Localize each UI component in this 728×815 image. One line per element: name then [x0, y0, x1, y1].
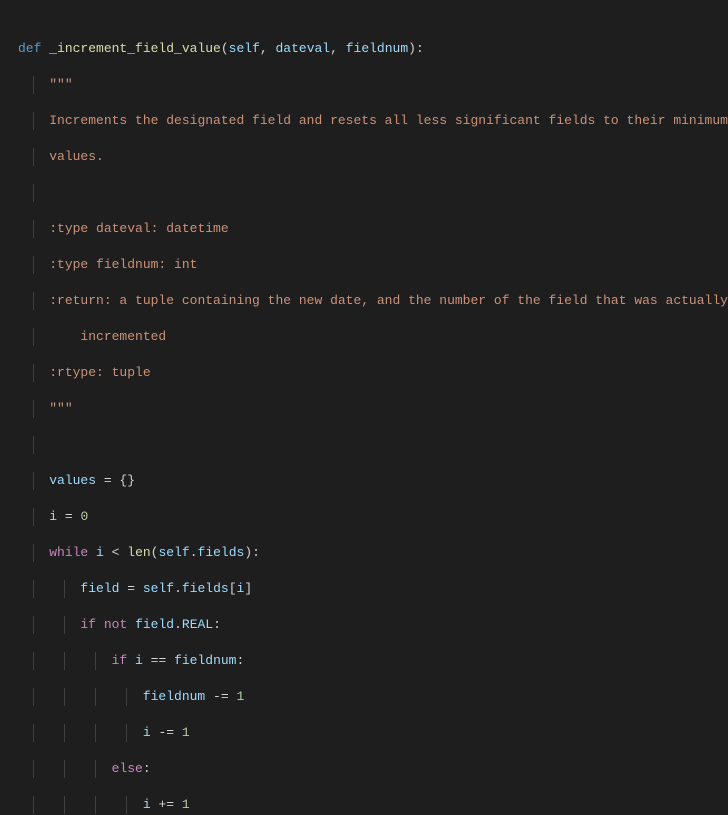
code-line: i += 1: [18, 796, 728, 814]
code-line: [18, 436, 728, 454]
code-line: i -= 1: [18, 724, 728, 742]
code-line: if not field.REAL:: [18, 616, 728, 634]
code-line: i = 0: [18, 508, 728, 526]
code-line: if i == fieldnum:: [18, 652, 728, 670]
code-line: while i < len(self.fields):: [18, 544, 728, 562]
code-line: :rtype: tuple: [18, 364, 728, 382]
code-editor[interactable]: def _increment_field_value(self, dateval…: [0, 0, 728, 815]
code-line: values.: [18, 148, 728, 166]
code-line: """: [18, 76, 728, 94]
code-line: [18, 184, 728, 202]
code-line: field = self.fields[i]: [18, 580, 728, 598]
code-line: :type fieldnum: int: [18, 256, 728, 274]
code-line: fieldnum -= 1: [18, 688, 728, 706]
code-line: :return: a tuple containing the new date…: [18, 292, 728, 310]
code-line: Increments the designated field and rese…: [18, 112, 728, 130]
code-line: :type dateval: datetime: [18, 220, 728, 238]
code-line: incremented: [18, 328, 728, 346]
code-line: values = {}: [18, 472, 728, 490]
code-line: else:: [18, 760, 728, 778]
code-line: """: [18, 400, 728, 418]
code-line: def _increment_field_value(self, dateval…: [18, 40, 728, 58]
